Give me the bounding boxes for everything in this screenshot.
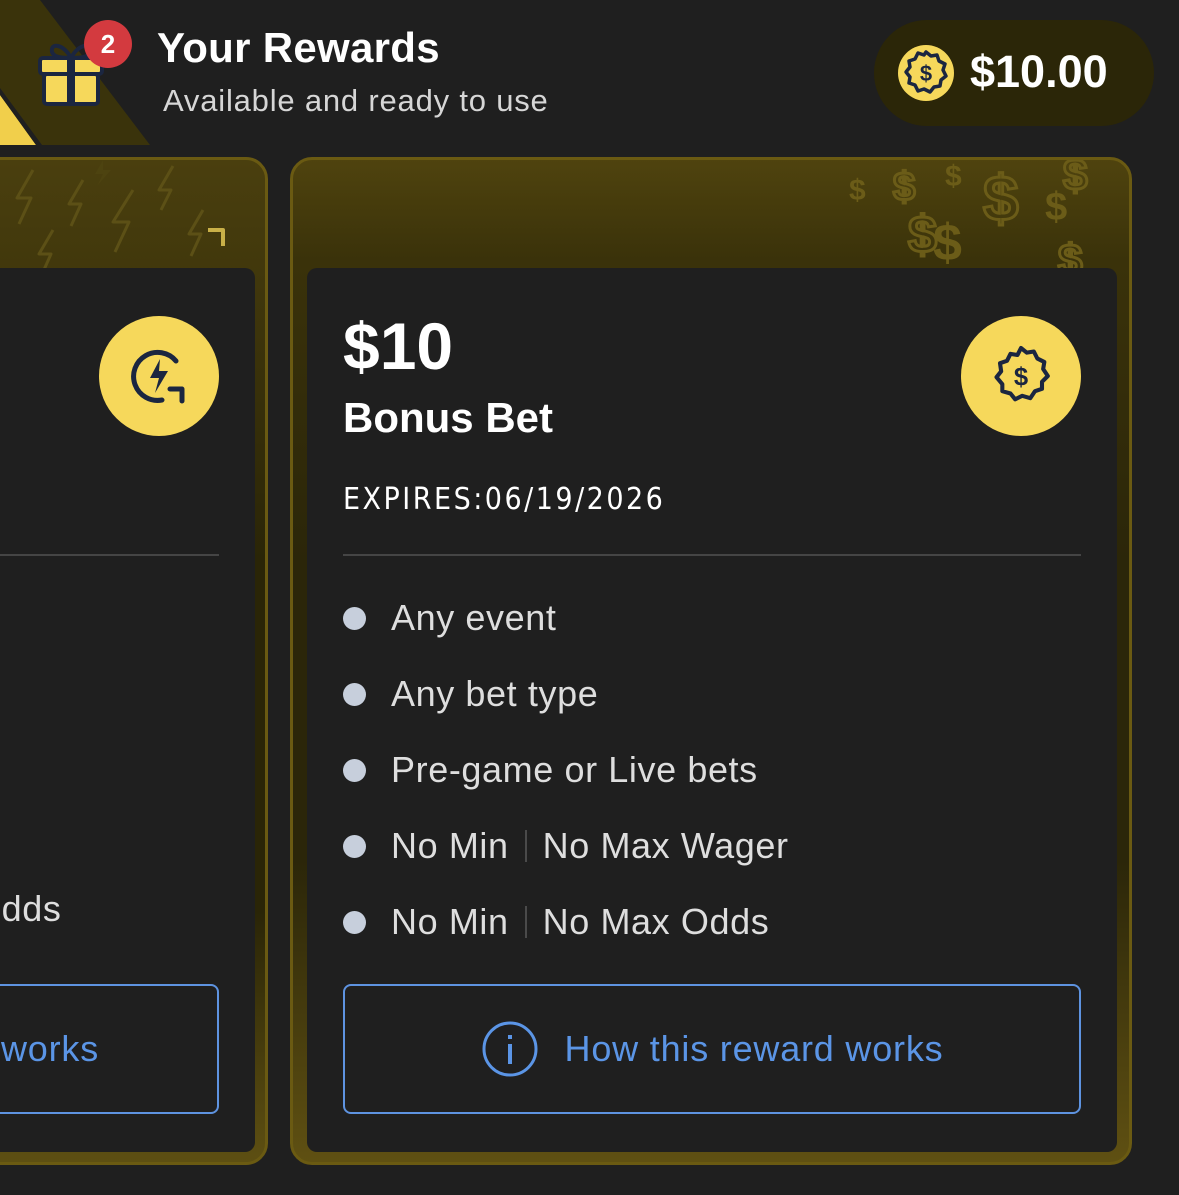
info-icon (482, 1021, 538, 1077)
svg-text:$: $ (1045, 185, 1067, 229)
svg-text:$: $ (1014, 363, 1028, 391)
reward-card-partial[interactable]: Odds works (0, 157, 268, 1165)
card-divider (343, 554, 1081, 556)
rule-text-fragment: Odds (0, 888, 62, 929)
rule-item: No Min No Max Wager (343, 808, 789, 884)
rule-text: Any bet type (391, 673, 599, 714)
bullet-icon (343, 910, 366, 934)
rule-text-max: No Max Odds (542, 901, 770, 942)
balance-pill[interactable]: $ $10.00 (874, 20, 1154, 126)
how-reward-works-label: works (0, 1028, 99, 1069)
svg-text:$: $ (945, 160, 962, 193)
dollar-badge-icon: $ (898, 45, 954, 101)
rule-text-min: No Min (391, 825, 509, 866)
how-reward-works-button[interactable]: works (0, 984, 219, 1114)
dollar-badge-icon: $ (961, 316, 1081, 436)
balance-amount: $10.00 (970, 46, 1108, 97)
svg-text:$: $ (933, 214, 962, 272)
rule-text-max: No Max Wager (542, 825, 789, 866)
reward-card-body: Odds works (0, 268, 255, 1152)
bullet-icon (343, 834, 366, 858)
rule-text-min: No Min (391, 901, 509, 942)
how-reward-works-label: How this reward works (564, 1028, 944, 1069)
bullet-icon (343, 606, 366, 630)
rule-item: Any event (343, 580, 789, 656)
svg-text:$: $ (920, 61, 932, 86)
reward-card-bonus-bet[interactable]: $ $ $ $ $ $ $ $ $ $10 Bonus Bet EXPIRES:… (290, 157, 1132, 1165)
svg-text:$: $ (983, 162, 1019, 234)
rewards-page: 2 Your Rewards Available and ready to us… (0, 0, 1179, 1195)
reward-amount: $10 (343, 309, 454, 383)
rule-text: Pre-game or Live bets (391, 749, 758, 790)
rule-item: Any bet type (343, 656, 789, 732)
svg-text:$: $ (893, 165, 915, 209)
reward-rules-list: Any event Any bet type Pre-game or Live … (343, 580, 789, 960)
reward-card-body: $10 Bonus Bet EXPIRES:06/19/2026 $ Any e… (307, 268, 1117, 1152)
page-subtitle: Available and ready to use (163, 83, 549, 118)
reward-expiration: EXPIRES:06/19/2026 (343, 482, 666, 517)
rule-separator (524, 830, 527, 862)
how-reward-works-button[interactable]: How this reward works (343, 984, 1081, 1114)
rule-item: Pre-game or Live bets (343, 732, 789, 808)
lightning-refresh-icon (99, 316, 219, 436)
bullet-icon (343, 682, 366, 706)
rule-text: Any event (391, 597, 557, 638)
svg-text:$: $ (849, 174, 866, 207)
notification-badge: 2 (84, 20, 132, 68)
rule-item: No Min No Max Odds (343, 884, 789, 960)
reward-type: Bonus Bet (343, 394, 553, 441)
page-title: Your Rewards (157, 24, 440, 71)
dollar-pattern-decoration: $ $ $ $ $ $ $ $ $ (293, 160, 1129, 275)
lightning-pattern-decoration (0, 160, 265, 275)
rule-separator (524, 906, 527, 938)
bullet-icon (343, 758, 366, 782)
card-divider (0, 554, 219, 556)
